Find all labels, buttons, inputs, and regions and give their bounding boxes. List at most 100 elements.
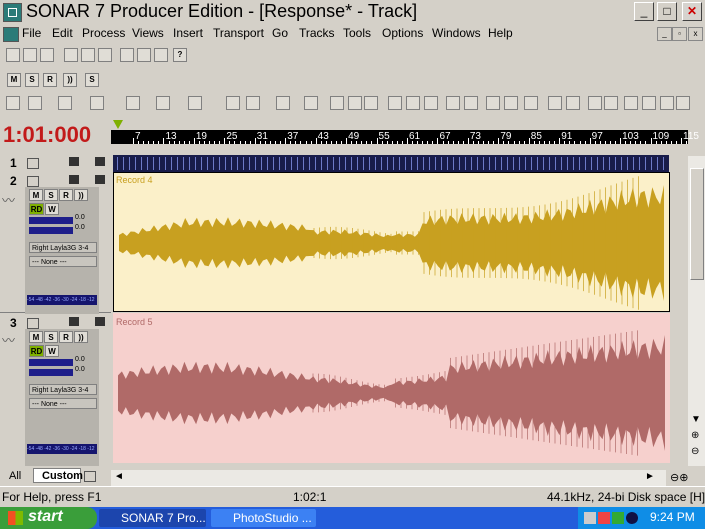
- volume-slider[interactable]: [29, 359, 73, 366]
- menu-options[interactable]: Options: [382, 26, 423, 40]
- tool-14-icon[interactable]: [364, 96, 378, 110]
- menu-tools[interactable]: Tools: [343, 26, 371, 40]
- strip-menu-icon[interactable]: [69, 175, 79, 184]
- track-3-clip[interactable]: Record 5: [113, 313, 670, 463]
- copy-icon[interactable]: [81, 48, 95, 62]
- tool-21-icon[interactable]: [504, 96, 518, 110]
- pan-slider[interactable]: [29, 227, 73, 234]
- mute-button[interactable]: M: [29, 331, 43, 343]
- global-solo-button[interactable]: S: [25, 73, 39, 87]
- tool-10-icon[interactable]: [276, 96, 290, 110]
- tool-8-icon[interactable]: [226, 96, 240, 110]
- history-icon[interactable]: [154, 48, 168, 62]
- tool-26-icon[interactable]: [604, 96, 618, 110]
- track-1-clip[interactable]: [113, 155, 669, 172]
- read-automation-button[interactable]: RD: [29, 345, 44, 357]
- volume-slider[interactable]: [29, 217, 73, 224]
- tab-custom[interactable]: Custom: [33, 468, 83, 483]
- vertical-scroll-thumb[interactable]: [690, 168, 704, 280]
- app-icon[interactable]: [3, 3, 22, 22]
- tool-7-icon[interactable]: [188, 96, 202, 110]
- undo-icon[interactable]: [120, 48, 134, 62]
- close-button[interactable]: ✕: [682, 2, 702, 21]
- arm-button[interactable]: R: [59, 331, 73, 343]
- global-record-button[interactable]: R: [43, 73, 57, 87]
- write-automation-button[interactable]: W: [45, 345, 59, 357]
- menu-go[interactable]: Go: [272, 26, 288, 40]
- tool-28-icon[interactable]: [642, 96, 656, 110]
- snapshot-button[interactable]: S: [85, 73, 99, 87]
- save-icon[interactable]: [40, 48, 54, 62]
- start-button[interactable]: start: [0, 507, 97, 529]
- taskbar-item-photostudio[interactable]: PhotoStudio ...: [211, 509, 316, 527]
- mdi-close-button[interactable]: x: [688, 27, 703, 41]
- minimize-button[interactable]: _: [634, 2, 654, 21]
- menu-windows[interactable]: Windows: [432, 26, 481, 40]
- solo-button[interactable]: S: [44, 189, 58, 201]
- input-selector[interactable]: Right Layla3G 3-4: [29, 384, 97, 395]
- zoom-out-icon[interactable]: ⊖: [691, 446, 699, 457]
- tray-icon-1[interactable]: [584, 512, 596, 524]
- tool-17-icon[interactable]: [424, 96, 438, 110]
- maximize-button[interactable]: □: [657, 2, 677, 21]
- menu-file[interactable]: File: [22, 26, 41, 40]
- now-time-display[interactable]: 1:01:000: [3, 122, 91, 148]
- help-button[interactable]: ?: [173, 48, 187, 62]
- track-3-header[interactable]: 3 〰 M S R )) RD W 0.0 0.0 Right Layla3G …: [0, 314, 111, 467]
- output-selector[interactable]: --- None ---: [29, 398, 97, 409]
- track-2-header[interactable]: 2 〰 M S R )) RD W 0.0 0.0 Right Layla3G …: [0, 172, 111, 322]
- write-automation-button[interactable]: W: [45, 203, 59, 215]
- read-automation-button[interactable]: RD: [29, 203, 44, 215]
- tool-12-icon[interactable]: [330, 96, 344, 110]
- redo-icon[interactable]: [137, 48, 151, 62]
- tab-all[interactable]: All: [9, 470, 21, 482]
- tool-16-icon[interactable]: [406, 96, 420, 110]
- input-echo-button[interactable]: )): [74, 189, 88, 201]
- marker-strip[interactable]: [111, 120, 688, 130]
- mdi-minimize-button[interactable]: _: [657, 27, 672, 41]
- loop-start-marker[interactable]: [113, 120, 123, 129]
- strip-menu-icon[interactable]: [69, 317, 79, 326]
- input-selector[interactable]: Right Layla3G 3-4: [29, 242, 97, 253]
- input-echo-button[interactable]: )): [74, 331, 88, 343]
- menu-transport[interactable]: Transport: [213, 26, 264, 40]
- tool-5-icon[interactable]: [126, 96, 140, 110]
- track-2-clip[interactable]: Record 4: [113, 172, 670, 312]
- tool-29-icon[interactable]: [660, 96, 674, 110]
- scroll-down-icon[interactable]: ▼: [691, 414, 701, 425]
- cut-icon[interactable]: [64, 48, 78, 62]
- tool-19-icon[interactable]: [464, 96, 478, 110]
- tab-menu-icon[interactable]: [84, 471, 96, 482]
- tool-25-icon[interactable]: [588, 96, 602, 110]
- tool-27-icon[interactable]: [624, 96, 638, 110]
- tool-23-icon[interactable]: [548, 96, 562, 110]
- scroll-right-icon[interactable]: ►: [645, 471, 655, 482]
- zoom-in-icon[interactable]: ⊕: [691, 430, 699, 441]
- tool-18-icon[interactable]: [446, 96, 460, 110]
- pan-slider[interactable]: [29, 369, 73, 376]
- menu-insert[interactable]: Insert: [173, 26, 203, 40]
- tool-2-icon[interactable]: [28, 96, 42, 110]
- strip-menu-icon[interactable]: [69, 157, 79, 166]
- open-icon[interactable]: [23, 48, 37, 62]
- tray-icon-4[interactable]: [626, 512, 638, 524]
- paste-icon[interactable]: [98, 48, 112, 62]
- time-ruler[interactable]: 7 13 19 25 31 37 43 49 55 61 67 73 79 85 91 97 103 109 115: [111, 130, 699, 144]
- menu-views[interactable]: Views: [132, 26, 164, 40]
- tool-15-icon[interactable]: [388, 96, 402, 110]
- tool-22-icon[interactable]: [524, 96, 538, 110]
- track-1-header[interactable]: 1: [0, 154, 111, 173]
- tool-4-icon[interactable]: [90, 96, 104, 110]
- tool-9-icon[interactable]: [246, 96, 260, 110]
- tool-30-icon[interactable]: [676, 96, 690, 110]
- tray-icon-2[interactable]: [598, 512, 610, 524]
- strip-size-icon[interactable]: [95, 157, 105, 166]
- tool-11-icon[interactable]: [304, 96, 318, 110]
- taskbar-item-sonar[interactable]: SONAR 7 Pro...: [99, 509, 206, 527]
- global-mute-button[interactable]: M: [7, 73, 21, 87]
- mute-button[interactable]: M: [29, 189, 43, 201]
- tool-20-icon[interactable]: [486, 96, 500, 110]
- horizontal-scrollbar[interactable]: ◄ ►: [111, 470, 666, 486]
- strip-size-icon[interactable]: [95, 175, 105, 184]
- menu-tracks[interactable]: Tracks: [299, 26, 335, 40]
